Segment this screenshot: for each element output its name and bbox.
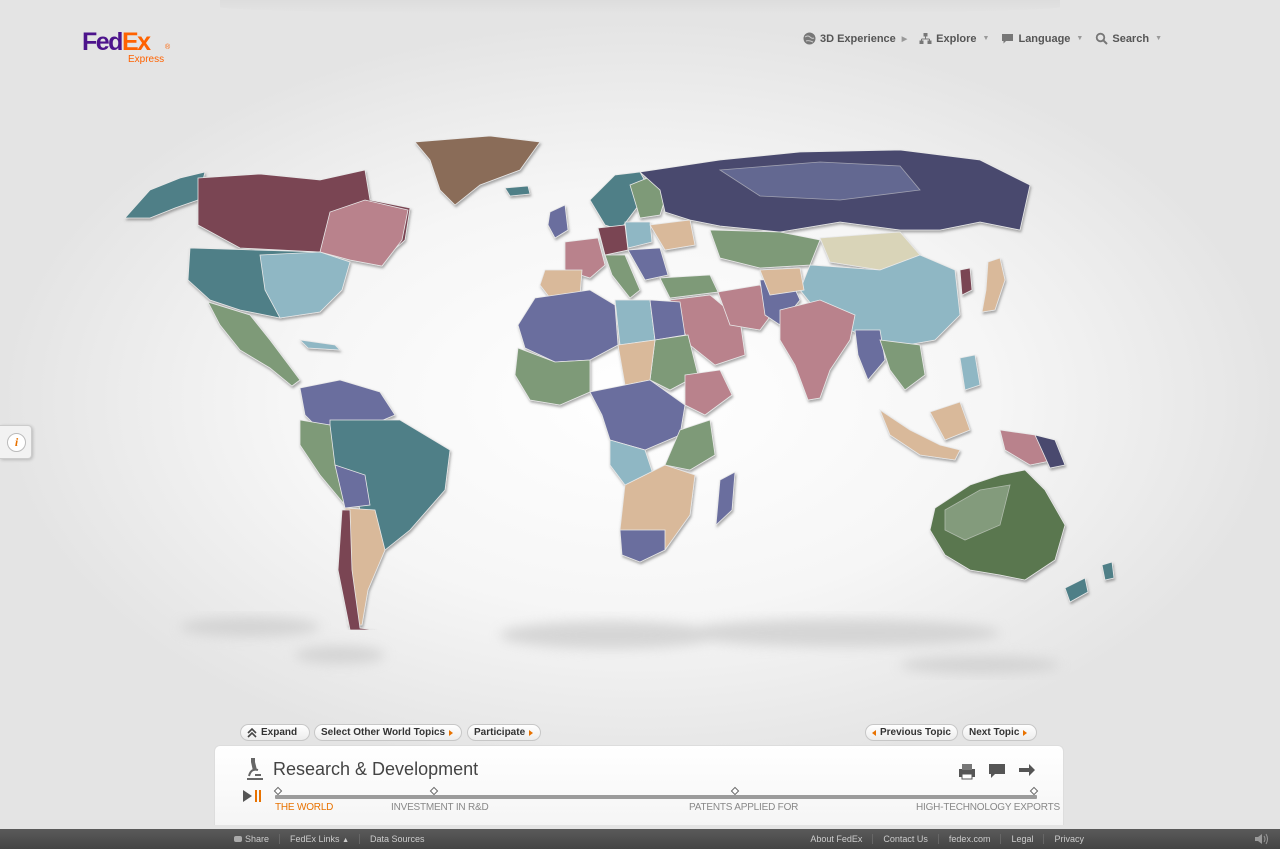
- nav-3d-experience[interactable]: 3D Experience ▶: [803, 32, 907, 45]
- select-other-world-topics-button[interactable]: Select Other World Topics: [314, 724, 462, 741]
- globe-icon: [803, 32, 816, 45]
- timeline-label-the-world[interactable]: THE WORLD: [275, 802, 333, 813]
- arrow-right-icon: [449, 729, 454, 736]
- fedex-express-logo[interactable]: FedEx ® Express: [82, 28, 182, 68]
- footer-bar: Share FedEx Links ▲ Data Sources About F…: [0, 829, 1280, 849]
- logo-subtitle: Express: [128, 54, 165, 65]
- caret-right-icon: ▶: [901, 35, 908, 43]
- participate-button[interactable]: Participate: [467, 724, 541, 741]
- nav-3d-experience-label: 3D Experience: [819, 32, 896, 45]
- logo-wordmark: FedEx: [82, 28, 151, 57]
- play-icon[interactable]: [243, 790, 252, 802]
- footer-share-label: Share: [245, 834, 270, 844]
- timeline-label-exports[interactable]: HIGH-TECHNOLOGY EXPORTS: [916, 802, 1060, 813]
- expand-button[interactable]: Expand: [240, 724, 310, 741]
- double-chevron-up-icon: [247, 727, 257, 738]
- logo-registered-mark: ®: [165, 44, 171, 51]
- pause-icon[interactable]: [255, 790, 263, 802]
- timeline-track[interactable]: [275, 795, 1037, 799]
- participate-label: Participate: [474, 727, 526, 738]
- arrow-right-icon: [529, 729, 534, 736]
- chevron-down-icon: ▼: [982, 35, 990, 42]
- arrow-right-icon: [1023, 729, 1028, 736]
- nav-explore[interactable]: Explore ▼: [919, 32, 989, 45]
- nav-explore-label: Explore: [936, 32, 977, 45]
- nav-search[interactable]: Search ▼: [1095, 32, 1162, 45]
- timeline-controls: [243, 790, 263, 802]
- info-tab[interactable]: i: [0, 425, 32, 459]
- footer-privacy[interactable]: Privacy: [1044, 834, 1094, 844]
- nav-language-label: Language: [1018, 32, 1071, 45]
- share-bubble-icon: [234, 836, 242, 842]
- comment-icon[interactable]: [987, 762, 1007, 780]
- previous-topic-label: Previous Topic: [880, 727, 951, 738]
- search-icon: [1096, 32, 1109, 45]
- footer-legal[interactable]: Legal: [1001, 834, 1045, 844]
- footer-share[interactable]: Share: [224, 834, 281, 844]
- footer-about[interactable]: About FedEx: [800, 834, 874, 844]
- nav-search-label: Search: [1112, 32, 1150, 45]
- topic-tools: [957, 762, 1037, 780]
- topic-panel: Research & Development THE WORLD INVESTM…: [214, 745, 1064, 825]
- arrow-left-icon: [872, 729, 876, 736]
- top-glow: [220, 0, 1060, 14]
- chevron-down-icon: ▼: [1155, 35, 1162, 42]
- world-map[interactable]: [120, 130, 1160, 630]
- top-navigation: 3D Experience ▶ Explore ▼ Language ▼ Sea…: [803, 32, 1162, 45]
- nav-language[interactable]: Language ▼: [1001, 32, 1083, 45]
- footer-fedex-com[interactable]: fedex.com: [939, 834, 1002, 844]
- timeline-label-investment[interactable]: INVESTMENT IN R&D: [391, 802, 489, 813]
- info-icon: i: [7, 433, 26, 452]
- share-arrows-icon[interactable]: [1017, 762, 1037, 780]
- footer-fedex-links[interactable]: FedEx Links ▲: [280, 834, 361, 844]
- expand-label: Expand: [261, 727, 298, 738]
- footer-contact[interactable]: Contact Us: [873, 834, 939, 844]
- caret-up-icon: ▲: [342, 837, 350, 844]
- sitemap-icon: [919, 33, 932, 44]
- timeline-label-patents[interactable]: PATENTS APPLIED FOR: [689, 802, 798, 813]
- select-topics-label: Select Other World Topics: [321, 727, 446, 738]
- speaker-icon[interactable]: [1254, 833, 1270, 845]
- timeline-marker-2[interactable]: [730, 786, 740, 796]
- footer-data-sources[interactable]: Data Sources: [360, 834, 435, 844]
- speech-bubble-icon: [1002, 34, 1014, 44]
- print-icon[interactable]: [957, 762, 977, 780]
- footer-right: About FedEx Contact Us fedex.com Legal P…: [800, 834, 1094, 844]
- microscope-icon: [247, 758, 263, 780]
- next-topic-button[interactable]: Next Topic: [962, 724, 1037, 741]
- logo-fed: Fed: [82, 28, 123, 56]
- timeline-marker-3[interactable]: [1029, 786, 1039, 796]
- footer-fedex-links-label: FedEx Links: [290, 834, 340, 844]
- timeline-marker-0[interactable]: [273, 786, 283, 796]
- timeline-marker-1[interactable]: [429, 786, 439, 796]
- topic-title: Research & Development: [273, 759, 479, 779]
- logo-ex: Ex: [121, 28, 151, 56]
- chevron-down-icon: ▼: [1076, 35, 1084, 42]
- previous-topic-button[interactable]: Previous Topic: [865, 724, 958, 741]
- next-topic-label: Next Topic: [969, 727, 1020, 738]
- footer-left: Share FedEx Links ▲ Data Sources: [224, 834, 435, 844]
